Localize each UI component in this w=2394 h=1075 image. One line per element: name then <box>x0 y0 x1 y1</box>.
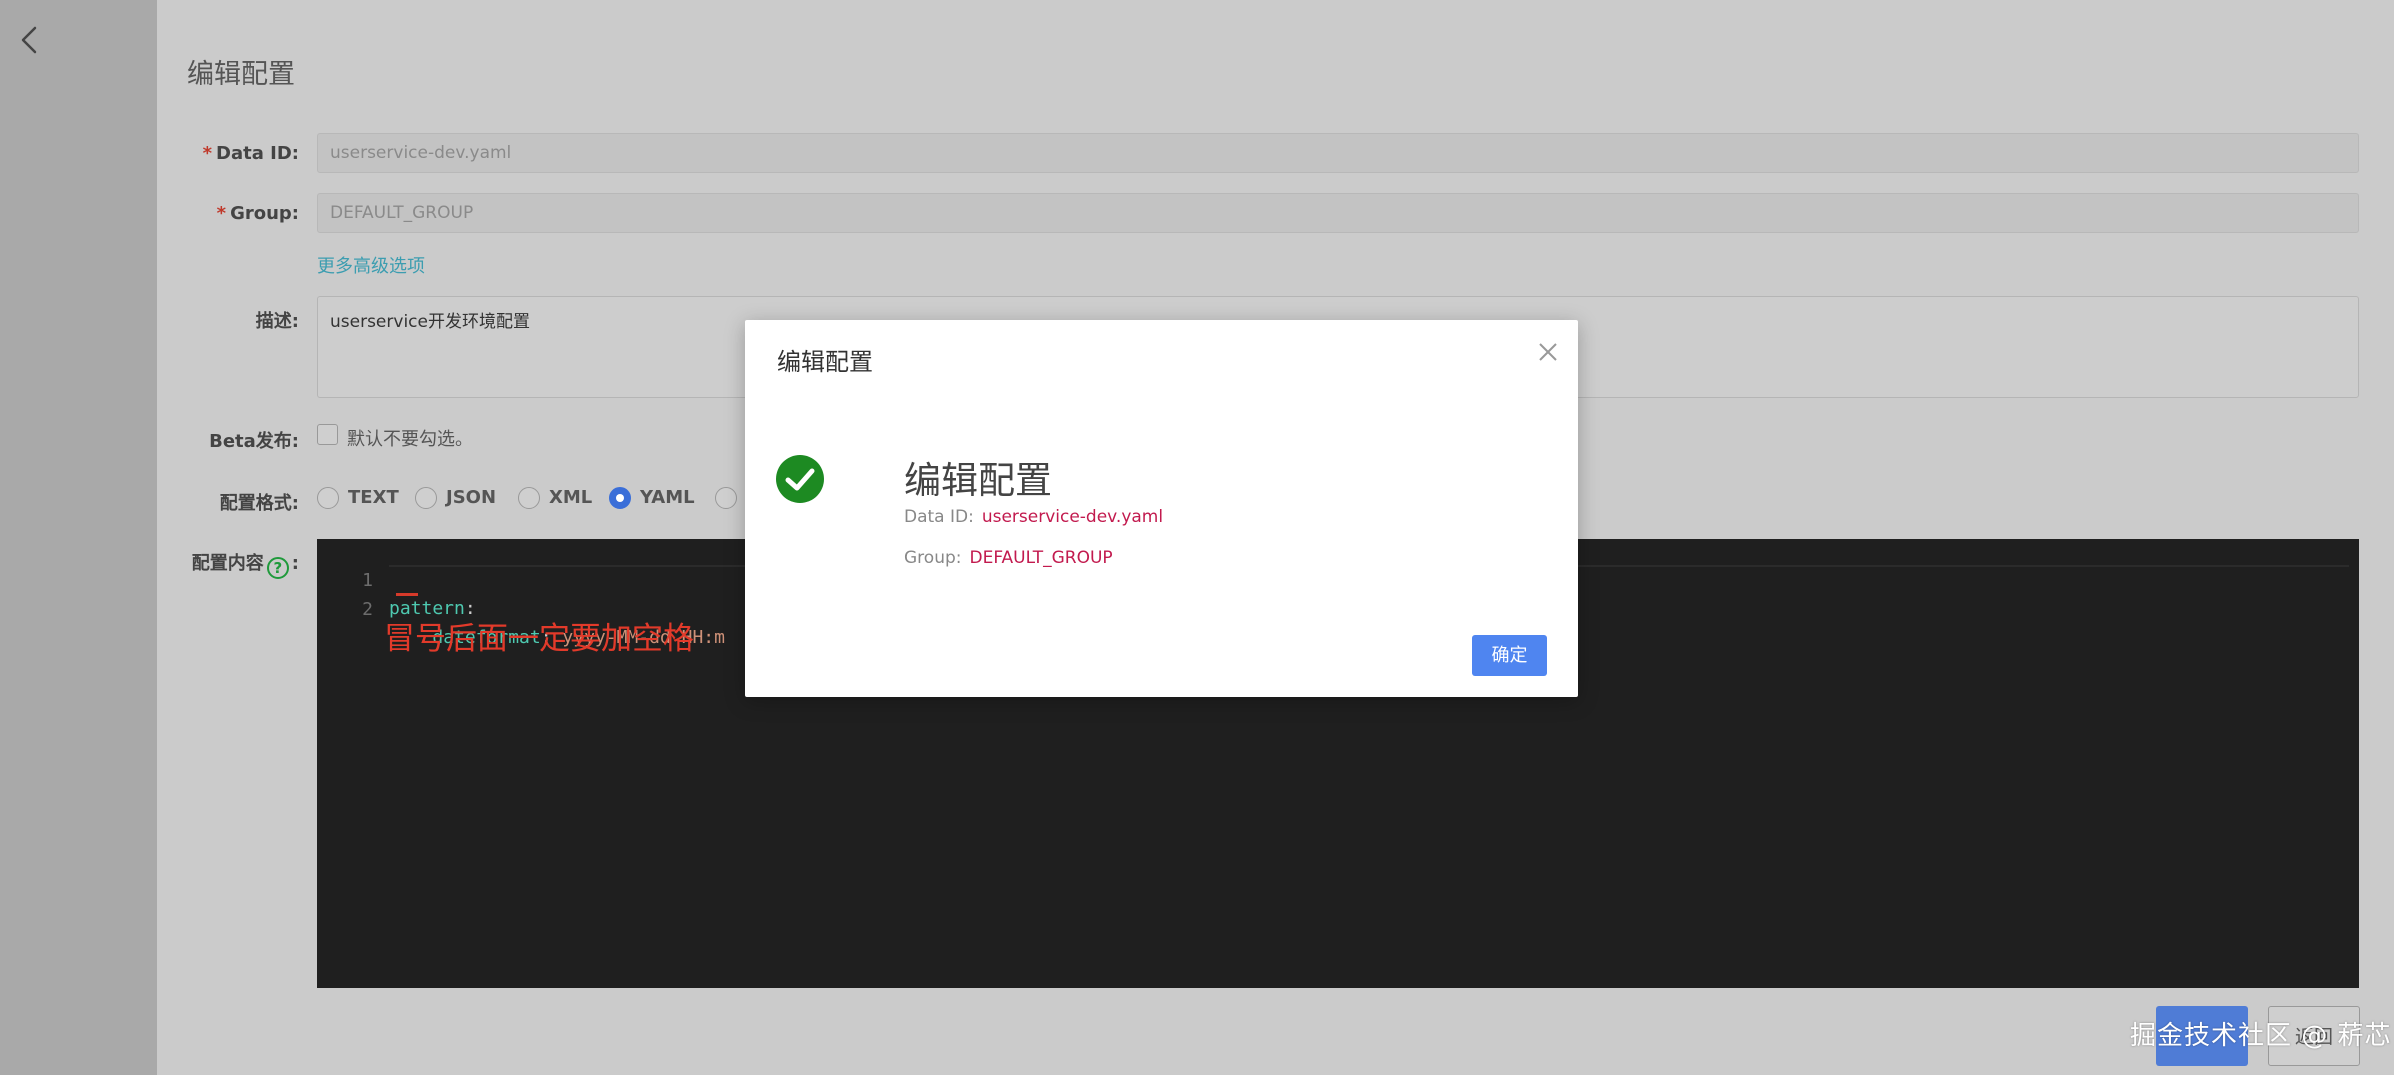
help-icon[interactable]: ? <box>266 557 289 579</box>
radio-button-icon <box>317 487 339 509</box>
radio-button-icon <box>715 487 737 509</box>
dialog-data-id-label: Data ID: <box>904 507 974 527</box>
close-icon[interactable] <box>1536 340 1560 364</box>
editor-line: 1 pattern: <box>317 539 476 619</box>
dialog-data-id-value: userservice-dev.yaml <box>981 507 1164 527</box>
edit-config-dialog: 编辑配置 编辑配置 Data ID: userservice-dev.yaml G… <box>745 320 1578 697</box>
beta-label: Beta发布: <box>209 431 299 452</box>
dialog-group-value: DEFAULT_GROUP <box>969 548 1113 568</box>
watermark: 掘金技术社区 @ 菥芯 <box>2130 1021 2392 1051</box>
radio-button-icon <box>518 487 540 509</box>
page-title: 编辑配置 <box>187 59 295 90</box>
sidebar <box>0 0 157 1075</box>
radio-label: TEXT <box>348 487 399 508</box>
radio-button-icon <box>415 487 437 509</box>
radio-label: JSON <box>446 487 497 508</box>
beta-checkbox[interactable] <box>317 424 338 445</box>
content-label: 配置内容?: <box>191 553 299 579</box>
advanced-options-link[interactable]: 更多高级选项 <box>317 252 425 278</box>
success-check-icon <box>776 455 824 503</box>
dialog-data-id-row: Data ID: userservice-dev.yaml <box>904 507 1163 527</box>
format-label: 配置格式: <box>219 493 299 514</box>
back-arrow-icon[interactable] <box>10 20 50 60</box>
radio-selected-icon <box>609 487 631 509</box>
line-number: 2 <box>362 599 373 620</box>
dialog-group-row: Group: DEFAULT_GROUP <box>904 548 1113 568</box>
dialog-group-label: Group: <box>904 548 962 568</box>
data-id-field[interactable]: userservice-dev.yaml <box>317 133 2359 173</box>
group-field[interactable]: DEFAULT_GROUP <box>317 193 2359 233</box>
annotation-text: 冒号后面一定要加空格 <box>384 621 694 657</box>
data-id-label: * Data ID: <box>202 143 299 164</box>
editor-line: 2 dateformat: yyyy-MM-dd HH:m <box>317 568 725 648</box>
group-label: * Group: <box>216 203 299 224</box>
annotation-underline <box>396 593 418 596</box>
description-label: 描述: <box>255 311 299 332</box>
ok-button[interactable]: 确定 <box>1472 635 1547 676</box>
radio-label: YAML <box>640 487 695 508</box>
radio-label: XML <box>549 487 593 508</box>
dialog-heading: 编辑配置 <box>904 459 1052 502</box>
dialog-title: 编辑配置 <box>777 348 873 376</box>
beta-checkbox-text: 默认不要勾选。 <box>347 429 473 450</box>
